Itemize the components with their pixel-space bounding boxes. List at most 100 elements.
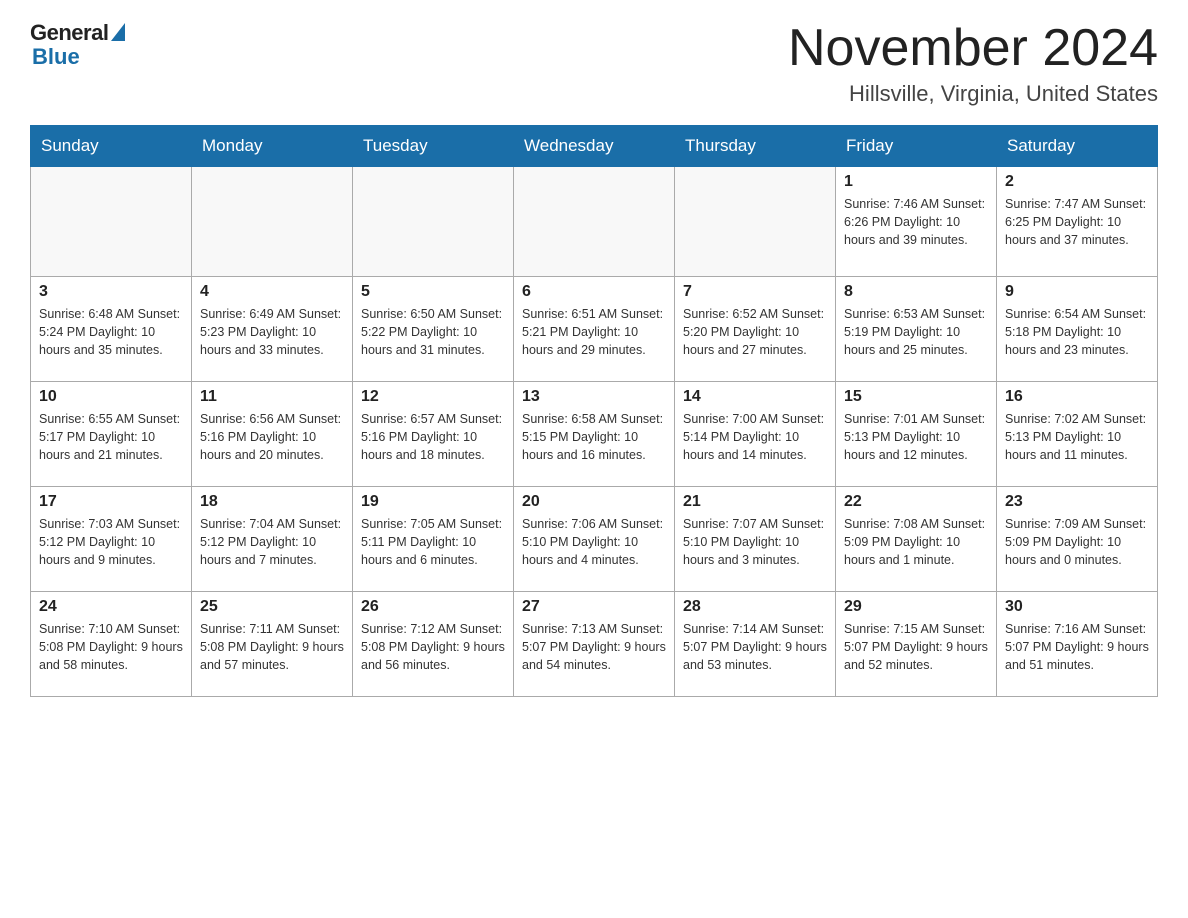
location-title: Hillsville, Virginia, United States: [788, 81, 1158, 107]
day-number: 12: [361, 388, 505, 406]
day-info: Sunrise: 6:55 AM Sunset: 5:17 PM Dayligh…: [39, 410, 183, 464]
day-number: 16: [1005, 388, 1149, 406]
day-number: 29: [844, 598, 988, 616]
day-info: Sunrise: 7:16 AM Sunset: 5:07 PM Dayligh…: [1005, 620, 1149, 674]
weekday-header-monday: Monday: [192, 126, 353, 167]
day-info: Sunrise: 7:13 AM Sunset: 5:07 PM Dayligh…: [522, 620, 666, 674]
day-number: 17: [39, 493, 183, 511]
logo: General Blue: [30, 20, 125, 70]
calendar-cell: 24Sunrise: 7:10 AM Sunset: 5:08 PM Dayli…: [31, 592, 192, 697]
weekday-header-wednesday: Wednesday: [514, 126, 675, 167]
day-number: 7: [683, 283, 827, 301]
day-info: Sunrise: 7:11 AM Sunset: 5:08 PM Dayligh…: [200, 620, 344, 674]
calendar-cell: [675, 167, 836, 277]
calendar-cell: 7 Sunrise: 6:52 AM Sunset: 5:20 PM Daylig…: [675, 277, 836, 382]
calendar-cell: 5 Sunrise: 6:50 AM Sunset: 5:22 PM Daylig…: [353, 277, 514, 382]
weekday-header-saturday: Saturday: [997, 126, 1158, 167]
calendar-cell: [192, 167, 353, 277]
weekday-header-sunday: Sunday: [31, 126, 192, 167]
calendar-cell: 2 Sunrise: 7:47 AM Sunset: 6:25 PM Daylig…: [997, 167, 1158, 277]
day-info: Sunrise: 6:58 AM Sunset: 5:15 PM Dayligh…: [522, 410, 666, 464]
day-info: Sunrise: 6:50 AM Sunset: 5:22 PM Dayligh…: [361, 305, 505, 359]
calendar-cell: 29 Sunrise: 7:15 AM Sunset: 5:07 PM Dayli…: [836, 592, 997, 697]
day-number: 26: [361, 598, 505, 616]
calendar-cell: 20Sunrise: 7:06 AM Sunset: 5:10 PM Dayli…: [514, 487, 675, 592]
day-number: 9: [1005, 283, 1149, 301]
calendar-week-row: 1 Sunrise: 7:46 AM Sunset: 6:26 PM Daylig…: [31, 167, 1158, 277]
day-info: Sunrise: 7:46 AM Sunset: 6:26 PM Dayligh…: [844, 195, 988, 249]
day-info: Sunrise: 7:09 AM Sunset: 5:09 PM Dayligh…: [1005, 515, 1149, 569]
calendar-cell: [31, 167, 192, 277]
day-number: 8: [844, 283, 988, 301]
day-info: Sunrise: 7:10 AM Sunset: 5:08 PM Dayligh…: [39, 620, 183, 674]
calendar-cell: 1 Sunrise: 7:46 AM Sunset: 6:26 PM Daylig…: [836, 167, 997, 277]
calendar-cell: 30Sunrise: 7:16 AM Sunset: 5:07 PM Dayli…: [997, 592, 1158, 697]
calendar-cell: 17 Sunrise: 7:03 AM Sunset: 5:12 PM Dayli…: [31, 487, 192, 592]
calendar-cell: 14Sunrise: 7:00 AM Sunset: 5:14 PM Dayli…: [675, 382, 836, 487]
calendar-cell: 26 Sunrise: 7:12 AM Sunset: 5:08 PM Dayli…: [353, 592, 514, 697]
month-title: November 2024: [788, 20, 1158, 77]
calendar-week-row: 17 Sunrise: 7:03 AM Sunset: 5:12 PM Dayli…: [31, 487, 1158, 592]
day-info: Sunrise: 7:14 AM Sunset: 5:07 PM Dayligh…: [683, 620, 827, 674]
day-info: Sunrise: 7:47 AM Sunset: 6:25 PM Dayligh…: [1005, 195, 1149, 249]
day-number: 22: [844, 493, 988, 511]
day-info: Sunrise: 7:15 AM Sunset: 5:07 PM Dayligh…: [844, 620, 988, 674]
day-number: 13: [522, 388, 666, 406]
day-number: 25: [200, 598, 344, 616]
calendar-cell: 13 Sunrise: 6:58 AM Sunset: 5:15 PM Dayli…: [514, 382, 675, 487]
calendar-cell: 15 Sunrise: 7:01 AM Sunset: 5:13 PM Dayli…: [836, 382, 997, 487]
day-info: Sunrise: 6:48 AM Sunset: 5:24 PM Dayligh…: [39, 305, 183, 359]
calendar-cell: [514, 167, 675, 277]
day-number: 19: [361, 493, 505, 511]
day-number: 4: [200, 283, 344, 301]
calendar-cell: 18 Sunrise: 7:04 AM Sunset: 5:12 PM Dayli…: [192, 487, 353, 592]
weekday-header-friday: Friday: [836, 126, 997, 167]
weekday-header-thursday: Thursday: [675, 126, 836, 167]
day-info: Sunrise: 7:03 AM Sunset: 5:12 PM Dayligh…: [39, 515, 183, 569]
day-info: Sunrise: 7:00 AM Sunset: 5:14 PM Dayligh…: [683, 410, 827, 464]
day-number: 28: [683, 598, 827, 616]
day-number: 1: [844, 173, 988, 191]
day-info: Sunrise: 7:04 AM Sunset: 5:12 PM Dayligh…: [200, 515, 344, 569]
day-info: Sunrise: 7:06 AM Sunset: 5:10 PM Dayligh…: [522, 515, 666, 569]
day-info: Sunrise: 6:57 AM Sunset: 5:16 PM Dayligh…: [361, 410, 505, 464]
calendar-cell: 6Sunrise: 6:51 AM Sunset: 5:21 PM Daylig…: [514, 277, 675, 382]
calendar-cell: 8Sunrise: 6:53 AM Sunset: 5:19 PM Daylig…: [836, 277, 997, 382]
day-number: 21: [683, 493, 827, 511]
page-header: General Blue November 2024 Hillsville, V…: [30, 20, 1158, 107]
calendar-cell: 27 Sunrise: 7:13 AM Sunset: 5:07 PM Dayli…: [514, 592, 675, 697]
day-number: 11: [200, 388, 344, 406]
day-info: Sunrise: 6:52 AM Sunset: 5:20 PM Dayligh…: [683, 305, 827, 359]
logo-blue-text: Blue: [30, 44, 80, 70]
day-number: 3: [39, 283, 183, 301]
calendar-cell: 25 Sunrise: 7:11 AM Sunset: 5:08 PM Dayli…: [192, 592, 353, 697]
calendar-week-row: 24Sunrise: 7:10 AM Sunset: 5:08 PM Dayli…: [31, 592, 1158, 697]
day-number: 15: [844, 388, 988, 406]
calendar-cell: 3 Sunrise: 6:48 AM Sunset: 5:24 PM Daylig…: [31, 277, 192, 382]
day-number: 27: [522, 598, 666, 616]
day-info: Sunrise: 7:02 AM Sunset: 5:13 PM Dayligh…: [1005, 410, 1149, 464]
logo-triangle-icon: [111, 23, 125, 41]
calendar-cell: 10 Sunrise: 6:55 AM Sunset: 5:17 PM Dayli…: [31, 382, 192, 487]
calendar-cell: 28 Sunrise: 7:14 AM Sunset: 5:07 PM Dayli…: [675, 592, 836, 697]
day-info: Sunrise: 7:05 AM Sunset: 5:11 PM Dayligh…: [361, 515, 505, 569]
calendar-week-row: 3 Sunrise: 6:48 AM Sunset: 5:24 PM Daylig…: [31, 277, 1158, 382]
calendar-cell: 22 Sunrise: 7:08 AM Sunset: 5:09 PM Dayli…: [836, 487, 997, 592]
day-info: Sunrise: 6:54 AM Sunset: 5:18 PM Dayligh…: [1005, 305, 1149, 359]
day-info: Sunrise: 7:08 AM Sunset: 5:09 PM Dayligh…: [844, 515, 988, 569]
day-number: 5: [361, 283, 505, 301]
day-info: Sunrise: 7:12 AM Sunset: 5:08 PM Dayligh…: [361, 620, 505, 674]
day-info: Sunrise: 7:01 AM Sunset: 5:13 PM Dayligh…: [844, 410, 988, 464]
day-number: 23: [1005, 493, 1149, 511]
day-number: 2: [1005, 173, 1149, 191]
logo-general-text: General: [30, 20, 108, 46]
day-number: 18: [200, 493, 344, 511]
day-info: Sunrise: 7:07 AM Sunset: 5:10 PM Dayligh…: [683, 515, 827, 569]
weekday-header-tuesday: Tuesday: [353, 126, 514, 167]
day-number: 10: [39, 388, 183, 406]
calendar-cell: [353, 167, 514, 277]
calendar-table: SundayMondayTuesdayWednesdayThursdayFrid…: [30, 125, 1158, 697]
title-block: November 2024 Hillsville, Virginia, Unit…: [788, 20, 1158, 107]
day-info: Sunrise: 6:49 AM Sunset: 5:23 PM Dayligh…: [200, 305, 344, 359]
day-info: Sunrise: 6:56 AM Sunset: 5:16 PM Dayligh…: [200, 410, 344, 464]
